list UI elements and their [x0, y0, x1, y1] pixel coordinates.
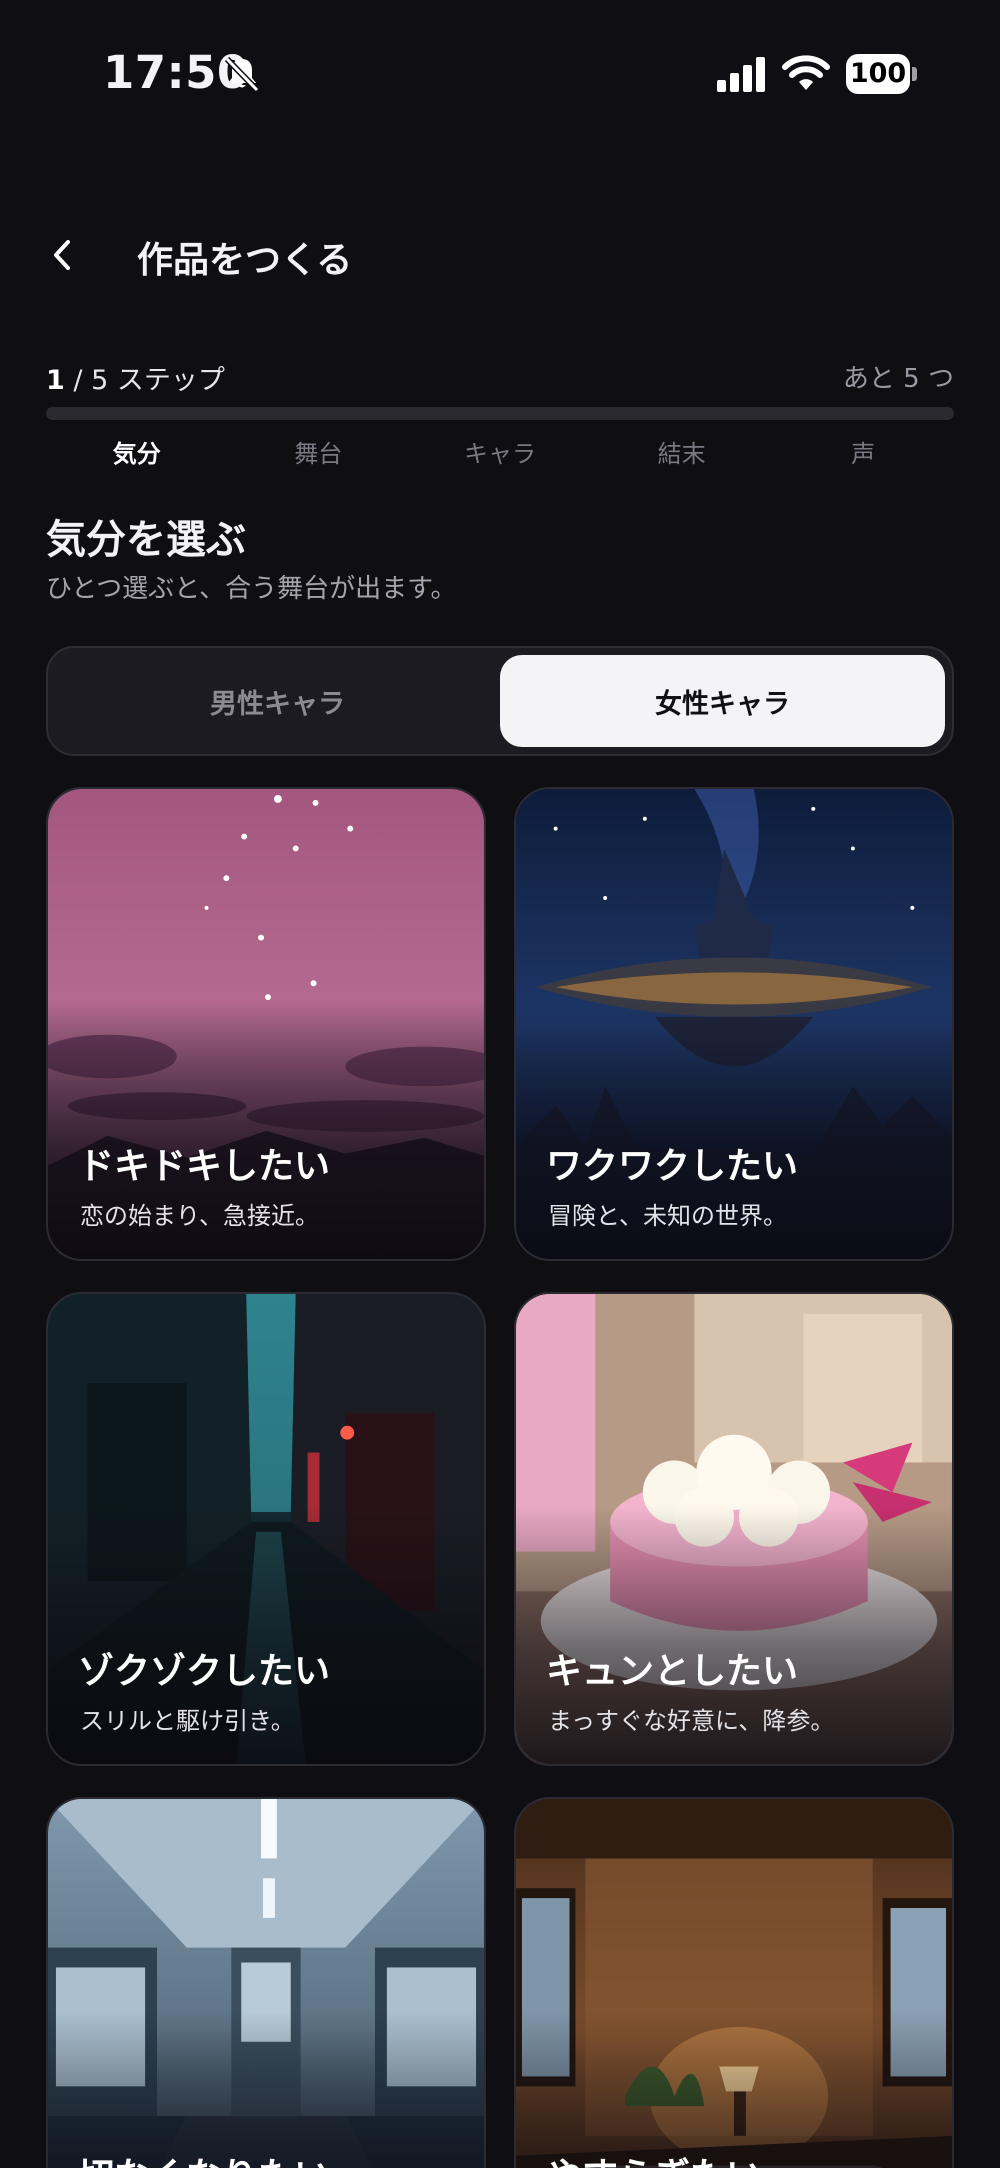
section-subtitle: ひとつ選ぶと、合う舞台が出ます。	[46, 574, 457, 604]
header: 作品をつくる	[0, 215, 1000, 295]
battery-level: 100	[846, 54, 910, 94]
step-labels: 気分 舞台 キャラ 結末 声	[46, 434, 954, 474]
step-counter: 1 / 5 ステップ	[46, 358, 225, 397]
chevron-left-icon	[54, 240, 70, 270]
mood-card-dokidoki[interactable]: ドキドキしたい 恋の始まり、急接近。	[46, 787, 486, 1261]
status-bar: 17:50 100	[0, 0, 1000, 150]
steps-remaining: あと 5 つ	[842, 364, 954, 394]
section-title: 気分を選ぶ	[46, 517, 246, 563]
mood-card-setsunaku[interactable]: 切なくなりたい	[46, 1797, 486, 2168]
wifi-icon	[782, 55, 830, 90]
progress-bar	[46, 407, 954, 420]
card-description: 冒険と、未知の世界。	[548, 1202, 788, 1230]
battery-tip	[912, 67, 917, 81]
male-character-option[interactable]: 男性キャラ	[55, 655, 500, 747]
mood-card-kyun[interactable]: キュンとしたい まっすぐな好意に、降参。	[514, 1292, 954, 1766]
step-separator: /	[73, 365, 83, 396]
bell-slash-icon	[224, 56, 260, 93]
card-description: まっすぐな好意に、降参。	[548, 1707, 835, 1735]
step-label-character: キャラ	[463, 440, 536, 468]
step-label-voice: 声	[851, 440, 876, 468]
card-shade	[516, 2010, 952, 2168]
step-current: 1	[46, 365, 65, 396]
step-label-ending: 結末	[657, 440, 706, 468]
card-title: キュンとしたい	[546, 1651, 799, 1692]
page-title: 作品をつくる	[137, 240, 353, 281]
back-button[interactable]	[38, 229, 86, 281]
step-label-mood: 気分	[112, 440, 161, 468]
card-description: スリルと駆け引き。	[80, 1707, 295, 1735]
card-title: 切なくなりたい	[78, 2147, 330, 2168]
mood-card-yasuragi[interactable]: やすらぎたい	[514, 1797, 954, 2168]
female-character-option[interactable]: 女性キャラ	[500, 655, 945, 747]
step-total: 5 ステップ	[91, 365, 225, 396]
card-description: 恋の始まり、急接近。	[80, 1202, 320, 1230]
card-title: ドキドキしたい	[78, 1146, 331, 1187]
screen: 17:50 100 作品をつくる 1 / 5 ステップ あと 5 つ 気分 舞台…	[0, 0, 1000, 2168]
cellular-signal-icon	[717, 57, 765, 92]
card-shade	[48, 2010, 484, 2168]
mood-card-wakuwaku[interactable]: ワクワクしたい 冒険と、未知の世界。	[514, 787, 954, 1261]
card-title: ワクワクしたい	[546, 1146, 799, 1187]
step-label-stage: 舞台	[294, 440, 343, 468]
card-title: ゾクゾクしたい	[78, 1651, 331, 1692]
mood-card-zokuzoku[interactable]: ゾクゾクしたい スリルと駆け引き。	[46, 1292, 486, 1766]
character-gender-toggle: 男性キャラ 女性キャラ	[46, 646, 954, 756]
battery-icon: 100	[846, 54, 917, 94]
card-title: やすらぎたい	[546, 2147, 762, 2168]
